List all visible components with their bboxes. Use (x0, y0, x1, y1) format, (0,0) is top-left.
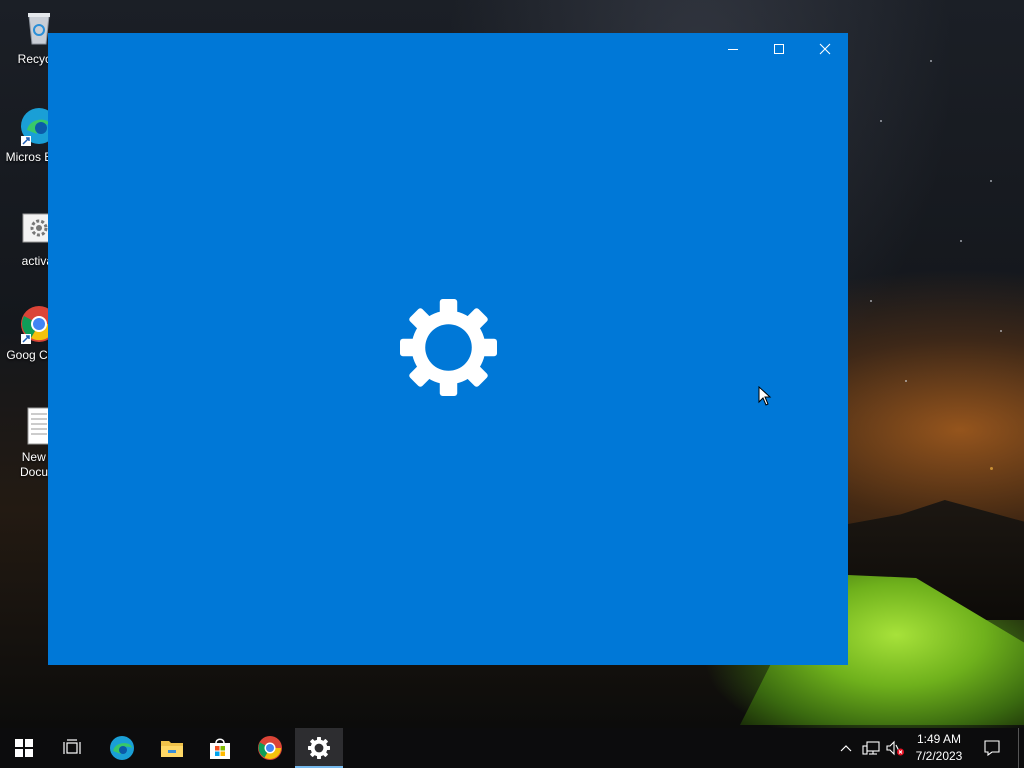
folder-icon (161, 741, 183, 757)
notification-icon (984, 740, 1000, 756)
network-button[interactable] (859, 728, 883, 768)
mouse-pointer-icon (758, 386, 772, 406)
taskbar-settings-button[interactable] (295, 728, 343, 768)
star (990, 467, 993, 470)
taskbar-clock[interactable]: 1:49 AM 7/2/2023 (905, 728, 973, 768)
close-icon (819, 43, 831, 55)
edge-icon (110, 736, 134, 760)
start-button[interactable] (0, 728, 48, 768)
gear-icon (308, 737, 330, 759)
action-center-button[interactable] (979, 728, 1005, 768)
star (870, 300, 872, 302)
taskbar-edge-button[interactable] (98, 728, 146, 768)
show-hidden-icons-button[interactable] (834, 728, 858, 768)
show-desktop-button[interactable] (1018, 728, 1019, 768)
taskbar-chrome-button[interactable] (246, 728, 294, 768)
volume-muted-icon (886, 740, 904, 756)
gear-icon (400, 299, 497, 396)
taskbar: 1:49 AM 7/2/2023 (0, 728, 1024, 768)
star (880, 120, 882, 122)
settings-window (48, 33, 848, 665)
clock-date: 7/2/2023 (915, 749, 963, 763)
star (905, 380, 907, 382)
minimize-button[interactable] (710, 33, 756, 65)
task-view-icon (63, 739, 81, 754)
minimize-icon (728, 49, 738, 50)
star (1000, 330, 1002, 332)
volume-button[interactable] (883, 728, 907, 768)
star (930, 60, 932, 62)
maximize-button[interactable] (756, 33, 802, 65)
star (990, 180, 992, 182)
task-view-button[interactable] (48, 728, 96, 768)
windows-logo-icon (15, 739, 33, 757)
chrome-icon (258, 736, 282, 760)
star (960, 240, 962, 242)
taskbar-file-explorer-button[interactable] (148, 728, 196, 768)
store-icon (210, 738, 230, 759)
network-icon (862, 741, 880, 755)
clock-time: 1:49 AM (916, 732, 962, 746)
taskbar-store-button[interactable] (196, 728, 244, 768)
maximize-icon (774, 44, 784, 54)
chevron-up-icon (840, 745, 852, 752)
close-button[interactable] (802, 33, 848, 65)
